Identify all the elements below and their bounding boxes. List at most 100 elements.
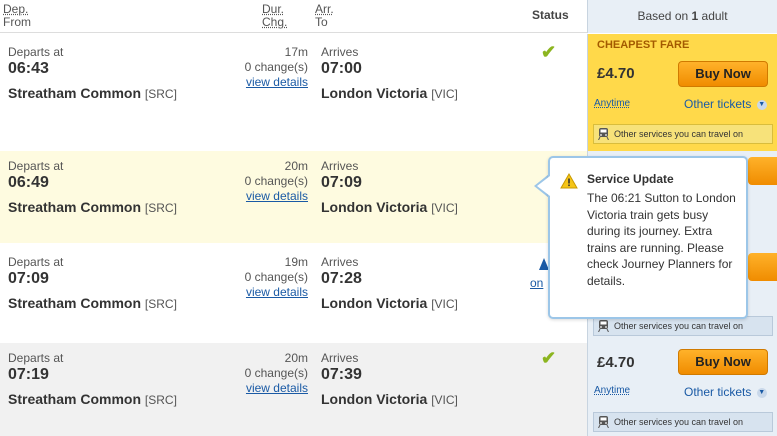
other-tickets-dropdown[interactable]: Other tickets ▼ <box>684 385 767 399</box>
popup-body: The 06:21 Sutton to London Victoria trai… <box>587 191 736 288</box>
from-label: From <box>3 15 31 29</box>
station-name: Streatham Common <box>8 391 142 407</box>
chevron-down-icon: ▼ <box>756 387 767 398</box>
departs-label: Departs at <box>8 351 64 365</box>
station-name: London Victoria <box>321 85 428 101</box>
check-icon: ✔ <box>541 42 557 62</box>
arrival-station: London Victoria [VIC] <box>321 391 458 407</box>
other-services-link[interactable]: Other services you can travel on <box>593 316 773 336</box>
train-icon <box>598 320 609 332</box>
journey-row[interactable]: Departs at 06:43 Streatham Common [SRC] … <box>0 37 587 133</box>
other-services-label: Other services you can travel on <box>614 129 744 139</box>
station-name: Streatham Common <box>8 199 142 215</box>
fare-basis-prefix: Based on <box>637 9 692 23</box>
arr-to-header[interactable]: Arr. To <box>315 3 334 29</box>
popup-pointer-inner <box>537 176 550 196</box>
station-code: [VIC] <box>431 297 458 311</box>
fare-basis-suffix: adult <box>698 9 728 23</box>
station-code: [VIC] <box>431 87 458 101</box>
view-details-link[interactable]: view details <box>200 285 308 299</box>
other-tickets-label: Other tickets <box>684 97 752 111</box>
station-name: London Victoria <box>321 391 428 407</box>
train-icon <box>598 416 609 428</box>
cheapest-fare-panel: CHEAPEST FARE £4.70 Buy Now Anytime Othe… <box>587 34 777 151</box>
station-code: [VIC] <box>431 201 458 215</box>
station-name: Streatham Common <box>8 85 142 101</box>
changes: 0 change(s) <box>244 60 308 74</box>
arrives-label: Arrives <box>321 159 359 173</box>
chevron-down-icon: ▼ <box>756 99 767 110</box>
departure-station: Streatham Common [SRC] <box>8 295 177 311</box>
journey-row[interactable]: Departs at 06:49 Streatham Common [SRC] … <box>0 151 587 243</box>
arrival-station: London Victoria [VIC] <box>321 85 458 101</box>
arrival-time: 07:39 <box>321 366 362 383</box>
dep-from-header[interactable]: Dep. From <box>3 3 31 29</box>
duration: 19m <box>284 255 308 269</box>
chg-abbr: Chg. <box>262 15 288 29</box>
departure-station: Streatham Common [SRC] <box>8 85 177 101</box>
arrival-time: 07:28 <box>321 270 362 287</box>
ticket-type-link[interactable]: Anytime <box>594 98 630 109</box>
other-services-link[interactable]: Other services you can travel on <box>593 124 773 144</box>
departure-station: Streatham Common [SRC] <box>8 391 177 407</box>
status-link[interactable]: on <box>530 276 543 290</box>
journey-row[interactable]: Departs at 07:09 Streatham Common [SRC] … <box>0 247 587 339</box>
duration: 17m <box>284 45 308 59</box>
arrival-time: 07:00 <box>321 60 362 77</box>
ticket-type-link[interactable]: Anytime <box>594 385 630 396</box>
departure-time: 07:09 <box>8 270 49 287</box>
departure-time: 07:19 <box>8 366 49 383</box>
departs-label: Departs at <box>8 255 64 269</box>
arrives-label: Arrives <box>321 255 359 269</box>
station-name: London Victoria <box>321 199 428 215</box>
departure-station: Streatham Common [SRC] <box>8 199 177 215</box>
buy-now-button[interactable]: Buy Now <box>678 349 768 375</box>
buy-now-button[interactable]: Buy Now <box>678 61 768 87</box>
buy-now-button[interactable] <box>748 253 777 281</box>
arrival-station: London Victoria [VIC] <box>321 199 458 215</box>
station-code: [VIC] <box>431 393 458 407</box>
changes: 0 change(s) <box>244 270 308 284</box>
duration: 20m <box>284 351 308 365</box>
arrives-label: Arrives <box>321 351 359 365</box>
changes: 0 change(s) <box>244 174 308 188</box>
other-services-label: Other services you can travel on <box>614 417 744 427</box>
view-details-link[interactable]: view details <box>200 75 308 89</box>
changes: 0 change(s) <box>244 366 308 380</box>
station-code: [SRC] <box>144 393 177 407</box>
journey-row[interactable]: Departs at 07:19 Streatham Common [SRC] … <box>0 343 587 436</box>
view-details-link[interactable]: view details <box>200 189 308 203</box>
other-services-label: Other services you can travel on <box>614 321 744 331</box>
dur-chg-header[interactable]: Dur. Chg. <box>262 3 287 29</box>
results-header: Dep. From Dur. Chg. Arr. To Status <box>0 0 587 33</box>
train-icon <box>598 128 609 140</box>
fare-price: £4.70 <box>597 354 635 371</box>
other-tickets-label: Other tickets <box>684 385 752 399</box>
fare-basis-header: Based on 1 adult <box>587 0 777 33</box>
duration: 20m <box>284 159 308 173</box>
station-code: [SRC] <box>144 297 177 311</box>
station-name: Streatham Common <box>8 295 142 311</box>
arrival-time: 07:09 <box>321 174 362 191</box>
arrival-station: London Victoria [VIC] <box>321 295 458 311</box>
check-icon: ✔ <box>541 348 557 368</box>
station-code: [SRC] <box>144 87 177 101</box>
buy-now-button[interactable] <box>748 157 777 185</box>
warning-icon <box>560 173 578 189</box>
station-name: London Victoria <box>321 295 428 311</box>
service-update-popup: Service Update The 06:21 Sutton to Londo… <box>548 156 748 319</box>
departure-time: 06:43 <box>8 60 49 77</box>
popup-title: Service Update <box>587 172 674 186</box>
station-code: [SRC] <box>144 201 177 215</box>
departs-label: Departs at <box>8 45 64 59</box>
view-details-link[interactable]: view details <box>200 381 308 395</box>
departure-time: 06:49 <box>8 174 49 191</box>
to-label: To <box>315 15 328 29</box>
status-header: Status <box>532 8 569 22</box>
fare-price: £4.70 <box>597 65 635 82</box>
departs-label: Departs at <box>8 159 64 173</box>
arrives-label: Arrives <box>321 45 359 59</box>
fare-panel: £4.70 Buy Now Anytime Other tickets ▼ Ot… <box>587 341 777 436</box>
other-services-link[interactable]: Other services you can travel on <box>593 412 773 432</box>
other-tickets-dropdown[interactable]: Other tickets ▼ <box>684 97 767 111</box>
